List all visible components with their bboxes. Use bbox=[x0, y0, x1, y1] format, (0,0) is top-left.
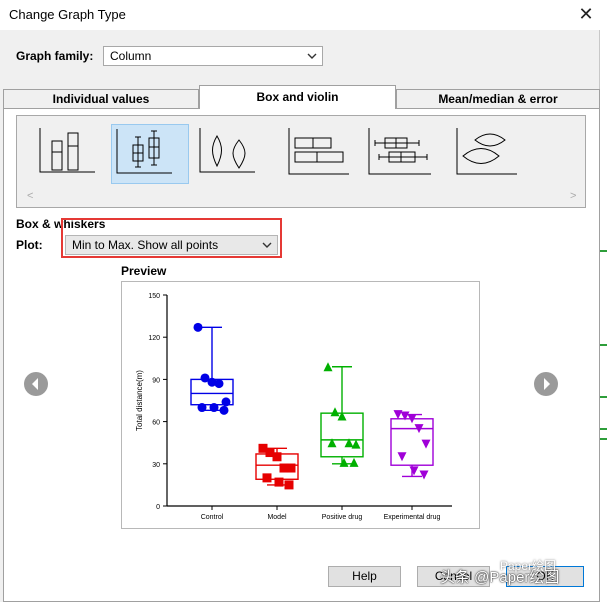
preview-label: Preview bbox=[121, 264, 167, 278]
horizontal-box-plot-icon[interactable] bbox=[277, 124, 355, 184]
chevron-down-icon bbox=[307, 53, 317, 59]
box-plot-icon[interactable] bbox=[35, 124, 113, 184]
x-tick-label: Model bbox=[267, 514, 287, 521]
tab-label: Box and violin bbox=[256, 90, 339, 104]
chevron-down-icon bbox=[262, 242, 272, 248]
data-point bbox=[323, 362, 333, 372]
data-point bbox=[209, 403, 219, 413]
tab-mean-median-error[interactable]: Mean/median & error bbox=[396, 89, 600, 108]
arrow-left-icon bbox=[32, 378, 38, 390]
x-tick-label: Positive drug bbox=[322, 514, 363, 521]
data-point bbox=[286, 463, 296, 473]
data-point bbox=[409, 466, 419, 476]
data-point bbox=[221, 397, 231, 407]
y-tick-label: 30 bbox=[152, 462, 160, 469]
data-point bbox=[351, 439, 361, 449]
box-whiskers-section-label: Box & whiskers bbox=[16, 217, 106, 231]
horizontal-box-whiskers-icon[interactable] bbox=[361, 124, 439, 184]
edge-mark bbox=[600, 250, 607, 252]
data-point bbox=[339, 457, 349, 467]
help-button[interactable]: Help bbox=[328, 566, 401, 587]
tab-individual-values[interactable]: Individual values bbox=[3, 89, 199, 108]
data-point bbox=[274, 477, 284, 487]
data-point bbox=[214, 379, 224, 389]
data-point bbox=[284, 480, 294, 490]
edge-mark bbox=[600, 396, 607, 398]
x-tick-label: Control bbox=[201, 514, 224, 521]
graph-type-gallery: < > bbox=[16, 115, 586, 208]
preview-chart: 0 30 60 90 120 150 Total distance(m) Control Mod… bbox=[135, 293, 452, 521]
scroll-left-arrow[interactable]: < bbox=[27, 190, 33, 202]
box-plot-with-whiskers-icon[interactable] bbox=[111, 124, 189, 184]
edge-mark bbox=[600, 438, 607, 440]
y-tick-label: 150 bbox=[148, 293, 160, 300]
watermark-sub: Paper绘图 bbox=[500, 559, 557, 573]
y-tick-label: 60 bbox=[152, 420, 160, 427]
edge-mark bbox=[600, 428, 607, 430]
graph-family-value: Column bbox=[110, 49, 152, 63]
tab-label: Individual values bbox=[52, 92, 150, 106]
data-point bbox=[421, 439, 431, 449]
data-point bbox=[193, 322, 203, 332]
data-point bbox=[219, 405, 229, 415]
tab-label: Mean/median & error bbox=[438, 92, 558, 106]
violin-plot-icon[interactable] bbox=[195, 124, 273, 184]
data-point bbox=[419, 470, 429, 480]
next-graph-button[interactable] bbox=[534, 372, 558, 396]
x-tick-label: Experimental drug bbox=[384, 514, 441, 521]
data-point bbox=[272, 452, 282, 462]
watermark: Paper绘图 头条 @Paper绘图 bbox=[440, 559, 600, 594]
y-tick-label: 90 bbox=[152, 377, 160, 384]
data-point bbox=[393, 410, 403, 420]
data-point bbox=[197, 403, 207, 413]
y-axis-label: Total distance(m) bbox=[135, 370, 144, 431]
gallery-scrollbar[interactable]: < > bbox=[17, 188, 585, 207]
plot-select-value: Min to Max. Show all points bbox=[72, 238, 219, 252]
tab-box-and-violin[interactable]: Box and violin bbox=[199, 85, 396, 109]
title-bar: Change Graph Type ✕ bbox=[0, 0, 600, 30]
preview-panel: 0 30 60 90 120 150 Total distance(m) Control Mod… bbox=[121, 281, 480, 529]
edge-mark bbox=[600, 344, 607, 346]
data-point bbox=[262, 473, 272, 483]
y-tick-label: 0 bbox=[156, 504, 160, 511]
dialog-title: Change Graph Type bbox=[9, 7, 126, 22]
horizontal-violin-plot-icon[interactable] bbox=[445, 124, 523, 184]
previous-graph-button[interactable] bbox=[24, 372, 48, 396]
close-icon[interactable]: ✕ bbox=[575, 3, 597, 25]
y-tick-label: 120 bbox=[148, 335, 160, 342]
data-point bbox=[349, 457, 359, 467]
data-point bbox=[397, 452, 407, 462]
arrow-right-icon bbox=[544, 378, 550, 390]
plot-select[interactable]: Min to Max. Show all points bbox=[65, 235, 278, 255]
data-point bbox=[330, 407, 340, 417]
plot-label: Plot: bbox=[16, 238, 43, 252]
change-graph-type-dialog: Change Graph Type ✕ Graph family: Column… bbox=[0, 0, 600, 602]
scroll-right-arrow[interactable]: > bbox=[570, 190, 576, 202]
graph-family-select[interactable]: Column bbox=[103, 46, 323, 66]
graph-family-label: Graph family: bbox=[16, 49, 94, 63]
